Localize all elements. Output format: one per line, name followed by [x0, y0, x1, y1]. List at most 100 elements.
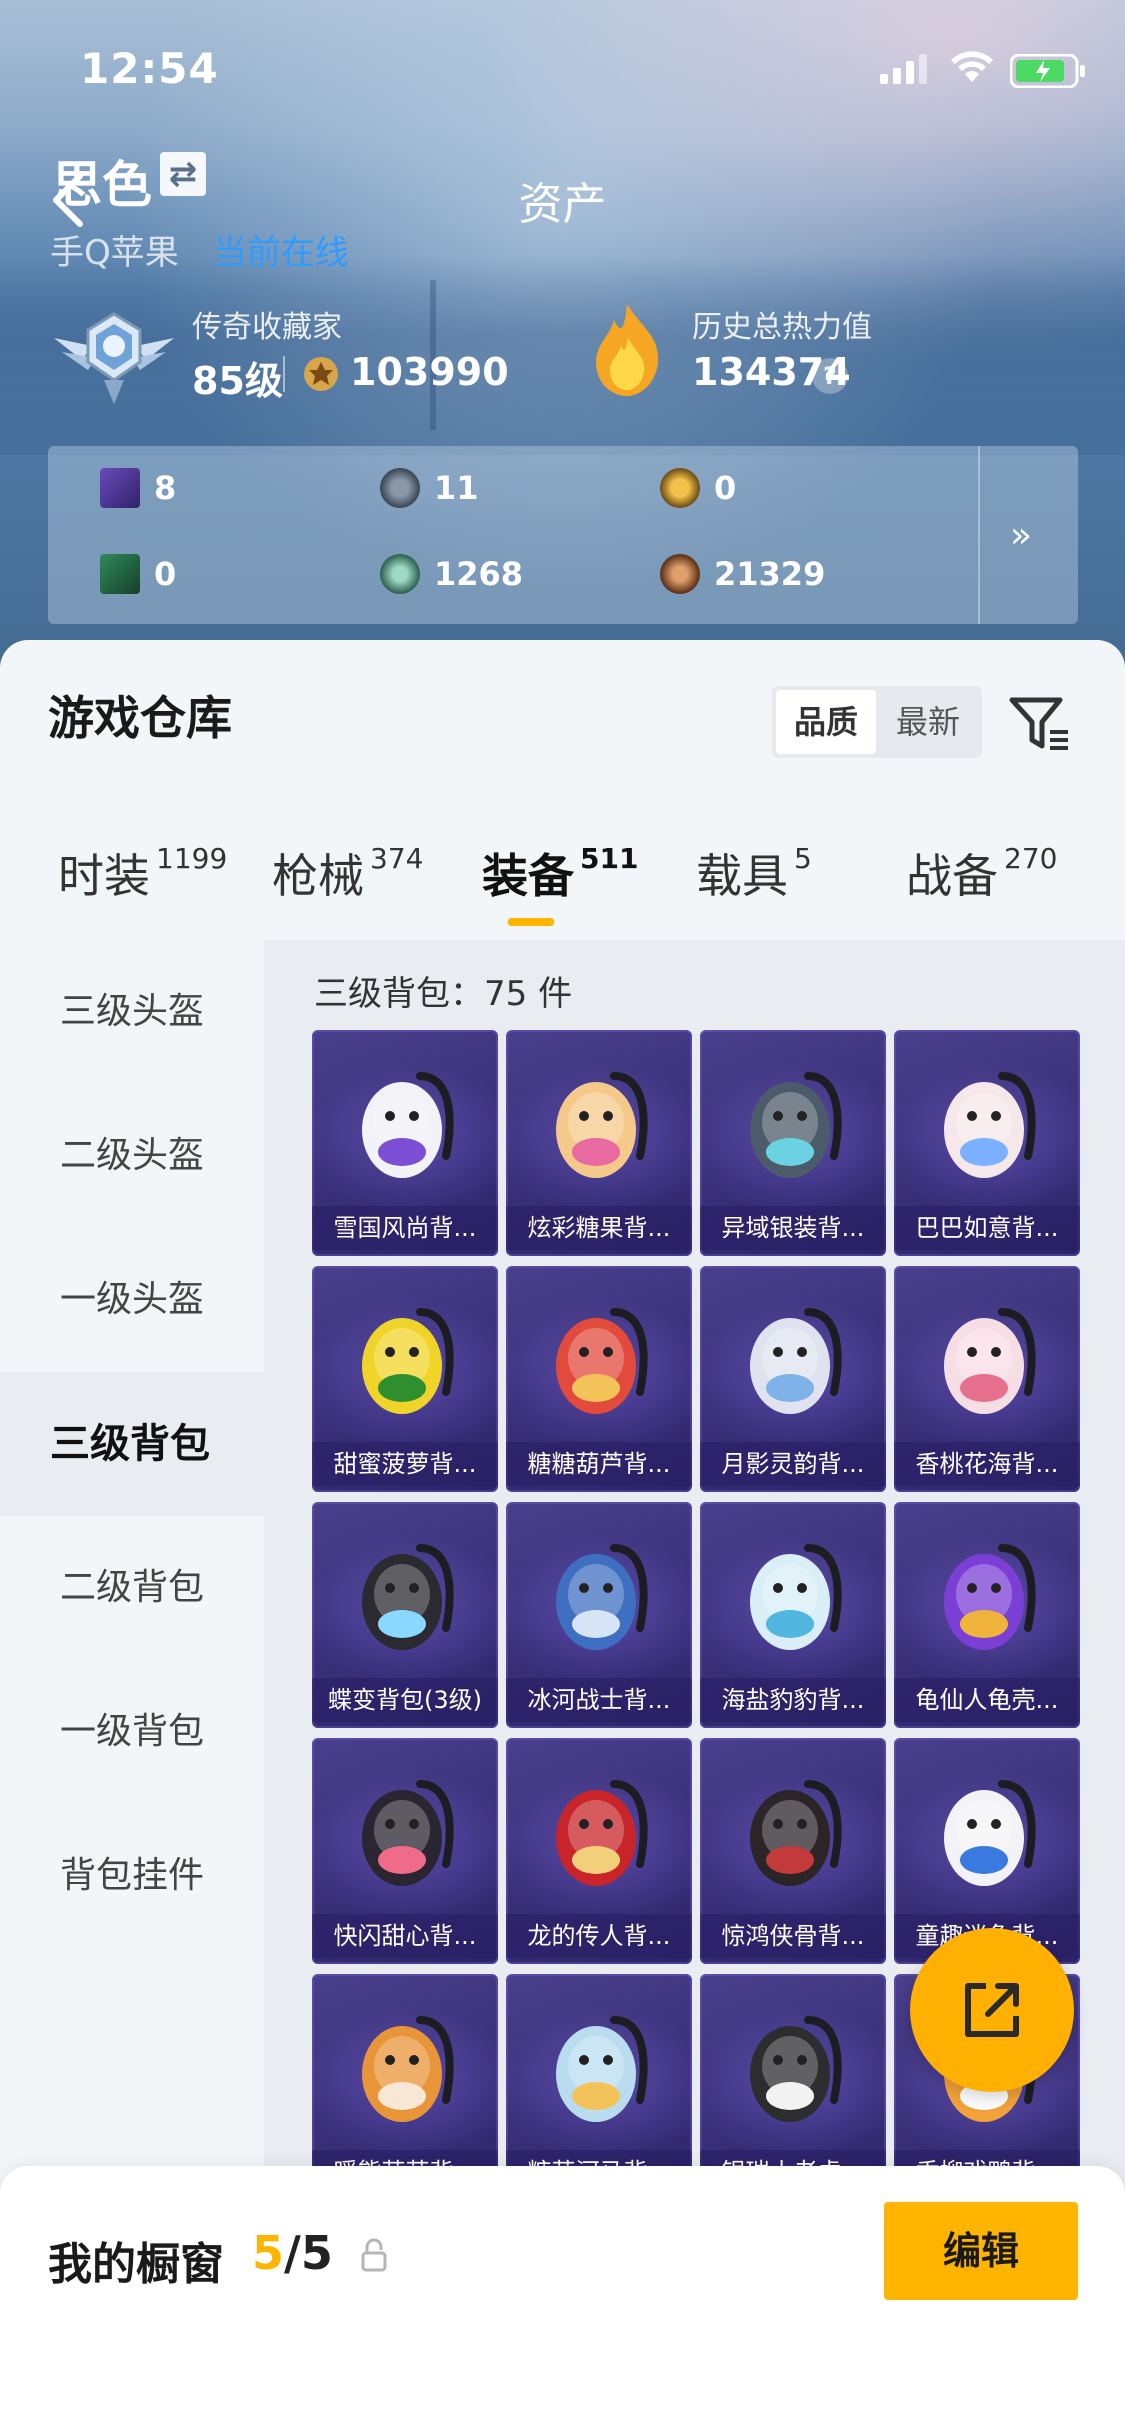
tab-fashion[interactable]: 时装 1199	[58, 840, 227, 906]
currency-value: 8	[154, 469, 177, 507]
item-name: 月影灵韵背...	[700, 1442, 886, 1486]
backpack-icon	[750, 1072, 842, 1178]
active-tab-indicator	[508, 918, 554, 926]
backpack-icon	[556, 1308, 648, 1414]
item-card[interactable]: 冰河战士背...	[506, 1502, 692, 1728]
showcase-bar: 我的橱窗 5/5 编辑	[0, 2166, 1125, 2436]
item-card[interactable]: 异域银装背...	[700, 1030, 886, 1256]
item-name: 龙的传人背...	[506, 1914, 692, 1958]
page-title: 资产	[518, 179, 607, 230]
tab-label: 载具	[696, 849, 788, 903]
sort-quality-button[interactable]: 品质	[776, 690, 876, 754]
sidebar-item-helmet-3[interactable]: 三级头盔	[0, 940, 264, 1084]
tab-label: 枪械	[272, 849, 364, 903]
item-name: 惊鸿侠骨背...	[700, 1914, 886, 1958]
backpack-icon	[944, 1308, 1036, 1414]
edit-button[interactable]: 编辑	[884, 2202, 1078, 2300]
sidebar-item-backpack-1[interactable]: 一级背包	[0, 1660, 264, 1804]
tab-label: 时装	[58, 849, 150, 903]
backpack-icon	[750, 1544, 842, 1650]
item-name: 糖糖葫芦背...	[506, 1442, 692, 1486]
backpack-icon	[750, 1780, 842, 1886]
item-name: 甜蜜菠萝背...	[312, 1442, 498, 1486]
item-name: 巴巴如意背...	[894, 1206, 1080, 1250]
purple-card-icon	[100, 468, 140, 508]
currency-item: 11	[380, 468, 479, 508]
currency-value: 0	[714, 469, 737, 507]
item-card[interactable]: 龟仙人龟壳...	[894, 1502, 1080, 1728]
currency-item: 8	[100, 468, 176, 508]
tab-supplies[interactable]: 战备 270	[906, 840, 1057, 906]
medal-icon	[304, 357, 338, 391]
category-tabs: 时装 1199 枪械 374 装备 511 载具 5 战备 270	[0, 840, 1125, 930]
silver-coin-icon	[380, 468, 420, 508]
tab-equipment[interactable]: 装备 511	[482, 840, 638, 906]
currency-value: 11	[434, 469, 479, 507]
item-card[interactable]: 雪国风尚背...	[312, 1030, 498, 1256]
item-name: 雪国风尚背...	[312, 1206, 498, 1250]
item-name: 炫彩糖果背...	[506, 1206, 692, 1250]
item-name: 快闪甜心背...	[312, 1914, 498, 1958]
item-card[interactable]: 龙的传人背...	[506, 1738, 692, 1964]
rank-badge-icon	[54, 312, 174, 404]
item-card[interactable]: 快闪甜心背...	[312, 1738, 498, 1964]
sidebar-item-helmet-1[interactable]: 一级头盔	[0, 1228, 264, 1372]
showcase-current: 5	[252, 2226, 285, 2280]
battery-icon	[1010, 54, 1085, 88]
sidebar-item-backpack-3[interactable]: 三级背包	[0, 1372, 264, 1516]
showcase-total: /5	[284, 2226, 333, 2280]
help-icon[interactable]: ?	[812, 358, 848, 394]
platform-label: 手Q苹果	[50, 233, 179, 273]
item-card[interactable]: 月影灵韵背...	[700, 1266, 886, 1492]
sidebar-item-backpack-charm[interactable]: 背包挂件	[0, 1804, 264, 1948]
backpack-icon	[944, 1544, 1036, 1650]
tab-count: 5	[794, 842, 812, 875]
item-card[interactable]: 甜蜜菠萝背...	[312, 1266, 498, 1492]
lock-icon	[361, 2238, 387, 2272]
collector-level: 85级	[192, 359, 283, 403]
tab-count: 270	[1004, 842, 1058, 875]
currency-panel[interactable]: 8 11 0 0 1268 21329	[48, 446, 1078, 624]
filter-icon[interactable]	[1008, 692, 1072, 756]
backpack-icon	[362, 1780, 454, 1886]
currency-value: 21329	[714, 555, 826, 593]
user-platform: 手Q苹果 当前在线	[50, 225, 349, 274]
backpack-icon	[556, 1072, 648, 1178]
backpack-icon	[556, 2016, 648, 2122]
item-card[interactable]: 香桃花海背...	[894, 1266, 1080, 1492]
share-button[interactable]	[910, 1928, 1074, 2092]
item-card[interactable]: 炫彩糖果背...	[506, 1030, 692, 1256]
gold-coin-icon	[660, 468, 700, 508]
green-orb-icon	[380, 554, 420, 594]
backpack-icon	[944, 1072, 1036, 1178]
currency-item: 21329	[660, 554, 825, 594]
share-icon	[965, 1983, 1019, 2037]
item-card[interactable]: 惊鸿侠骨背...	[700, 1738, 886, 1964]
tab-count: 374	[370, 842, 424, 875]
item-card[interactable]: 糖糖葫芦背...	[506, 1266, 692, 1492]
item-card[interactable]: 巴巴如意背...	[894, 1030, 1080, 1256]
expand-more-icon[interactable]: »	[1010, 515, 1032, 556]
currency-item: 1268	[380, 554, 523, 594]
tab-weapons[interactable]: 枪械 374	[272, 840, 423, 906]
backpack-icon	[750, 1308, 842, 1414]
bronze-coin-icon	[660, 554, 700, 594]
currency-item: 0	[100, 554, 176, 594]
signal-icon	[880, 54, 927, 84]
currency-item: 0	[660, 468, 736, 508]
item-card[interactable]: 海盐豹豹背...	[700, 1502, 886, 1728]
status-time: 12:54	[80, 44, 219, 93]
item-name: 海盐豹豹背...	[700, 1678, 886, 1722]
item-card[interactable]: 蝶变背包(3级)	[312, 1502, 498, 1728]
currency-value: 1268	[434, 555, 524, 593]
collector-title: 传奇收藏家	[192, 310, 342, 345]
sidebar-item-backpack-2[interactable]: 二级背包	[0, 1516, 264, 1660]
backpack-icon	[750, 2016, 842, 2122]
sidebar-item-helmet-2[interactable]: 二级头盔	[0, 1084, 264, 1228]
green-card-icon	[100, 554, 140, 594]
sort-newest-button[interactable]: 最新	[878, 690, 978, 754]
backpack-icon	[556, 1780, 648, 1886]
stat-divider	[283, 356, 285, 392]
online-status: 当前在线	[212, 233, 349, 273]
tab-vehicles[interactable]: 载具 5	[696, 840, 812, 906]
